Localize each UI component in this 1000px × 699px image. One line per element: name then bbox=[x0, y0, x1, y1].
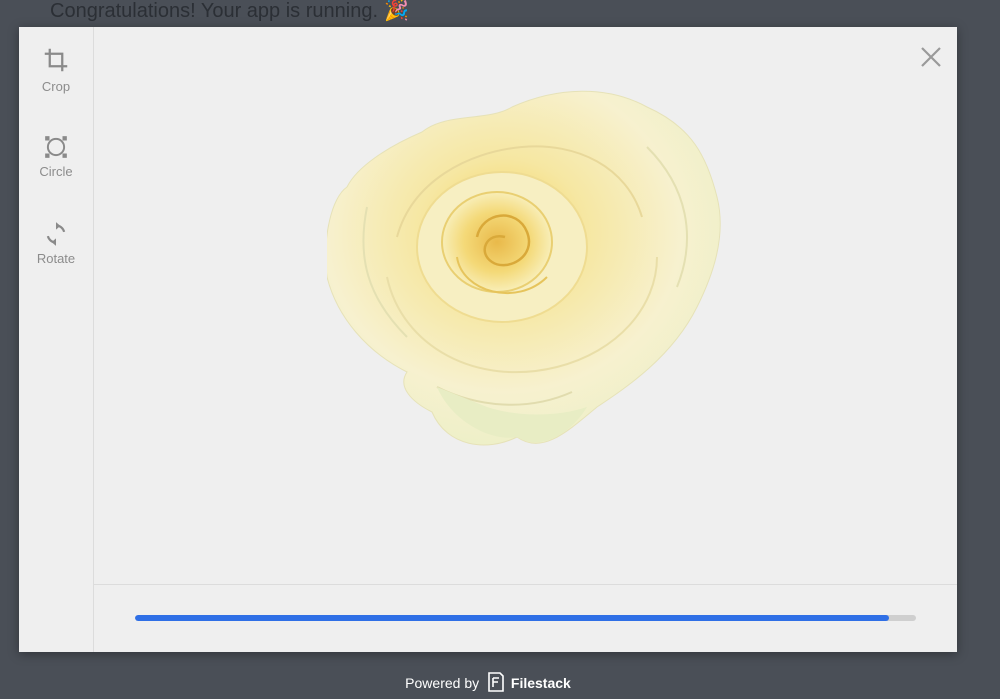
filestack-logo-icon bbox=[487, 672, 505, 695]
progress-bar-fill bbox=[135, 615, 889, 621]
rotate-tool-button[interactable]: Rotate bbox=[19, 221, 93, 281]
background-message-text: Congratulations! Your app is running. bbox=[50, 0, 379, 22]
circle-label: Circle bbox=[39, 164, 73, 179]
powered-by-text: Powered by bbox=[405, 675, 480, 691]
filestack-brand-text[interactable]: Filestack bbox=[511, 675, 571, 691]
crop-tool-button[interactable]: Crop bbox=[19, 45, 93, 105]
crop-icon bbox=[19, 45, 93, 75]
editor-toolbar: Crop Circle Rotate bbox=[19, 27, 94, 652]
image-editor-modal: Crop Circle Rotate bbox=[19, 27, 957, 652]
crop-label: Crop bbox=[41, 79, 71, 94]
circle-icon bbox=[19, 134, 93, 160]
circle-tool-button[interactable]: Circle bbox=[19, 134, 93, 194]
background-message: Congratulations! Your app is running. 🎉 bbox=[50, 0, 409, 23]
upload-progress-area bbox=[94, 584, 957, 653]
image-canvas bbox=[94, 27, 957, 584]
rotate-label: Rotate bbox=[36, 251, 76, 266]
rotate-icon bbox=[19, 221, 93, 247]
powered-by-footer: Powered by Filestack bbox=[0, 672, 976, 695]
progress-bar-track bbox=[135, 615, 916, 621]
party-emoji: 🎉 bbox=[384, 0, 409, 22]
rose-image bbox=[327, 90, 721, 446]
